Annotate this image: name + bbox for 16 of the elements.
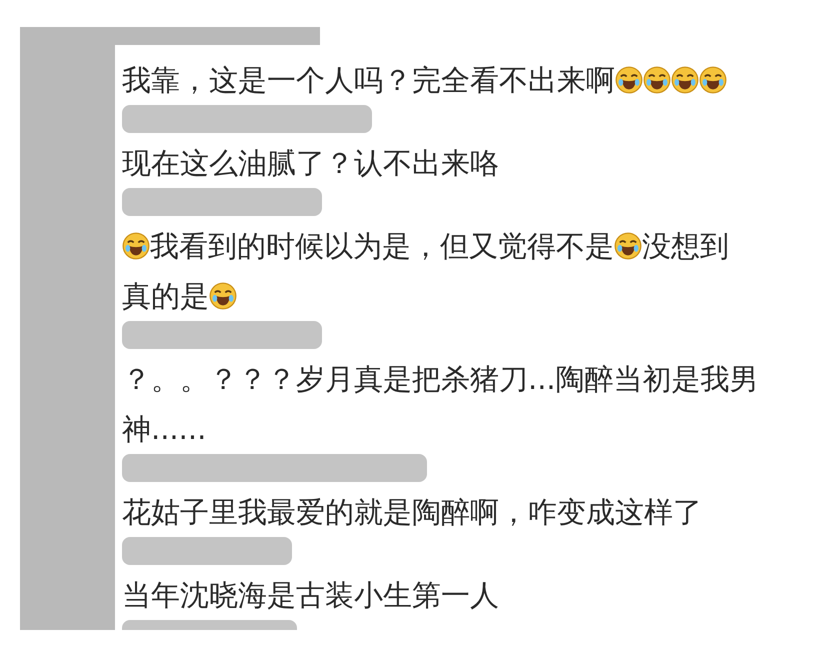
- comment-text: 没想到: [642, 229, 729, 263]
- comment-text: 真的是: [122, 279, 209, 313]
- comment-text: 神......: [122, 412, 206, 446]
- comment-text: 当年沈晓海是古装小生第一人: [122, 578, 499, 612]
- laughing-face-icon: [209, 282, 237, 310]
- laughing-face-icon: [615, 66, 643, 94]
- laughing-face-icon: [643, 66, 671, 94]
- laughing-face-icon: [614, 232, 642, 260]
- laughing-face-icon: [122, 232, 150, 260]
- comment-text: ？。。？？？岁月真是把杀猪刀...陶醉当初是我男: [122, 362, 759, 396]
- comment-text: 我看到的时候以为是，但又觉得不是: [150, 229, 614, 263]
- comment-text: 我靠，这是一个人吗？完全看不出来啊: [122, 63, 615, 97]
- comment-text: 花姑子里我最爱的就是陶醉啊，咋变成这样了: [122, 495, 702, 529]
- comment-text: 现在这么油腻了？认不出来咯: [122, 146, 499, 180]
- laughing-face-icon: [699, 66, 727, 94]
- laughing-face-icon: [671, 66, 699, 94]
